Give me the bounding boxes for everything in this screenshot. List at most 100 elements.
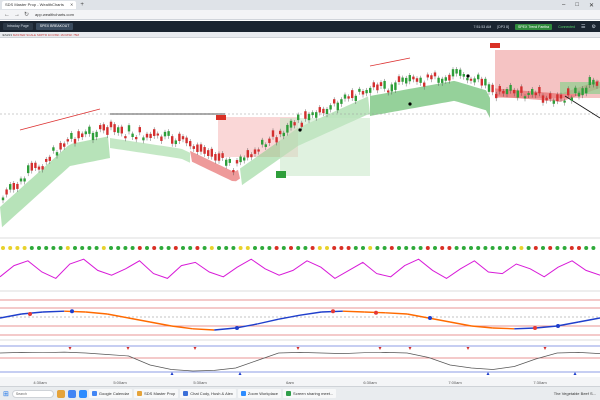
crossover-dot xyxy=(235,326,239,330)
signal-dot xyxy=(51,246,56,250)
candle xyxy=(394,82,397,90)
sell-marker xyxy=(490,43,500,48)
signal-dot xyxy=(440,246,445,250)
maximize-icon[interactable]: □ xyxy=(575,2,579,9)
signal-dot xyxy=(15,246,20,250)
signal-dot xyxy=(361,246,365,250)
signal-dot xyxy=(181,246,185,250)
candle xyxy=(246,150,249,158)
candle xyxy=(358,88,361,92)
candle xyxy=(124,136,127,139)
candle xyxy=(322,108,325,114)
candle xyxy=(178,133,181,142)
candle xyxy=(509,84,512,91)
chart-area[interactable]: 4:30am 5:00am 5:30am 6am 6:30am 7:00am 7:30am xyxy=(0,38,600,386)
tab-spex-breakout[interactable]: SPEX BREAKOUT xyxy=(35,23,74,30)
candle xyxy=(351,90,354,99)
signal-dot xyxy=(569,246,574,250)
signal-dot xyxy=(195,246,200,250)
time-tick-label: 7:00am xyxy=(448,380,462,385)
signal-dot xyxy=(447,246,452,250)
browser-tab[interactable]: SDS Master Prop - WealthCharts ✕ xyxy=(2,1,77,9)
candle xyxy=(196,144,199,152)
tab-intraday-page[interactable]: Intraday Page xyxy=(3,23,33,30)
signal-dot xyxy=(109,246,113,250)
candle xyxy=(340,99,343,104)
candle xyxy=(257,149,260,152)
candle xyxy=(523,96,527,99)
candle xyxy=(577,92,581,97)
candle xyxy=(52,147,55,151)
candle xyxy=(81,133,84,138)
news-widget[interactable]: The Vegetable Beef S... xyxy=(554,391,600,396)
url-field[interactable]: app.wealthcharts.com xyxy=(35,12,74,17)
candle xyxy=(498,86,501,92)
candle xyxy=(34,162,37,169)
candle xyxy=(581,88,584,96)
zoom-icon[interactable] xyxy=(78,389,87,398)
signal-dot xyxy=(303,246,308,250)
close-tab-icon[interactable]: ✕ xyxy=(70,2,73,7)
file-explorer-icon[interactable] xyxy=(56,389,65,398)
signal-dot xyxy=(577,246,581,250)
trend-series-line xyxy=(514,327,536,330)
minimize-icon[interactable]: – xyxy=(562,2,565,9)
trend-series-line xyxy=(342,310,365,313)
time-axis: 4:30am 5:00am 5:30am 6am 6:30am 7:00am 7:30am xyxy=(0,377,600,386)
signal-dot xyxy=(526,246,531,250)
candle xyxy=(408,75,411,82)
time-tick-label: 4:30am xyxy=(33,380,47,385)
candle xyxy=(426,74,429,78)
clock: 7:51:53 AM xyxy=(473,24,492,29)
forward-icon[interactable]: → xyxy=(14,12,20,18)
signal-dot xyxy=(404,246,409,250)
signal-dot xyxy=(541,246,545,250)
candle xyxy=(444,77,447,81)
candle xyxy=(163,131,167,137)
candle xyxy=(253,149,257,154)
candle xyxy=(520,86,523,93)
taskbar-app-chat[interactable]: Chat Cody, Hush & Alex xyxy=(180,389,236,398)
signal-dots-row xyxy=(1,246,596,250)
candle xyxy=(307,113,311,121)
signal-dot xyxy=(22,246,27,250)
candle xyxy=(534,92,537,96)
candle xyxy=(343,94,347,99)
signal-dot xyxy=(461,246,466,250)
taskbar-search[interactable]: Search xyxy=(11,389,54,398)
taskbar-app-google-calendar[interactable]: Google Calendar xyxy=(88,389,133,398)
taskbar-app-sds-master-prop[interactable]: SDS Master Prop xyxy=(134,389,179,398)
candle xyxy=(329,105,332,110)
candle xyxy=(423,82,426,87)
crossover-dot xyxy=(428,316,432,320)
signal-dot xyxy=(555,246,560,250)
chrome-icon[interactable] xyxy=(67,389,76,398)
taskbar-app-screen-sharing[interactable]: Screen sharing meet... xyxy=(283,389,337,398)
candle xyxy=(63,143,66,147)
symbol-label: /ESZ23 xyxy=(2,33,13,37)
signal-dot xyxy=(166,246,171,250)
candle xyxy=(495,93,498,99)
settings-icon[interactable]: ⚙ xyxy=(592,24,596,30)
candle xyxy=(541,95,545,103)
signal-dot xyxy=(80,246,85,250)
signal-dot xyxy=(425,246,430,250)
back-icon[interactable]: ← xyxy=(4,12,10,18)
candle xyxy=(451,69,455,77)
signal-dot xyxy=(137,246,142,250)
windows-start-icon[interactable]: ⊞ xyxy=(3,390,9,398)
candle xyxy=(171,136,174,144)
account-button[interactable]: SPEX Trend Fantha xyxy=(514,23,553,30)
menu-icon[interactable]: ☰ xyxy=(581,24,585,30)
trend-series-line xyxy=(42,310,65,313)
candle xyxy=(405,77,408,84)
candle xyxy=(70,132,73,139)
close-window-icon[interactable]: ✕ xyxy=(589,2,594,9)
candle xyxy=(117,127,120,133)
new-tab-button[interactable]: + xyxy=(80,2,84,8)
candle xyxy=(185,137,188,144)
taskbar-app-zoom-workplace[interactable]: Zoom Workplace xyxy=(237,389,282,398)
reload-icon[interactable]: ↻ xyxy=(24,11,29,18)
candle xyxy=(1,197,5,201)
time-tick-label: 5:00am xyxy=(113,380,127,385)
